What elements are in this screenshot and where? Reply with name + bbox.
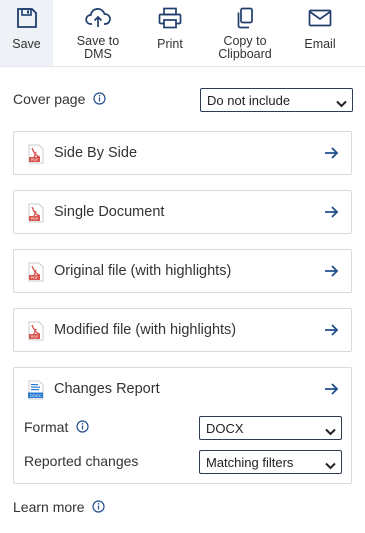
print-label: Print — [157, 37, 183, 51]
printer-icon — [158, 6, 182, 30]
cover-page-select[interactable]: Do not include — [200, 88, 353, 112]
copy-to-clipboard-label: Copy to Clipboard — [218, 34, 272, 61]
pdf-icon: PDF — [27, 203, 45, 228]
export-toolbar: Save Save to DMS Print Copy to Clipboard… — [0, 0, 365, 67]
changes-report-header[interactable]: DOCX Changes Report — [14, 368, 351, 410]
svg-text:PDF: PDF — [31, 335, 39, 339]
svg-text:PDF: PDF — [31, 158, 39, 162]
card-label: Changes Report — [54, 381, 160, 397]
arrow-right-icon — [324, 264, 339, 283]
chevron-down-icon — [325, 424, 336, 439]
cover-page-text: Cover page — [13, 91, 86, 107]
chevron-down-icon — [336, 96, 347, 111]
reported-changes-select[interactable]: Matching filters — [199, 450, 342, 474]
card-label: Single Document — [54, 204, 165, 220]
cover-page-label: Cover page — [13, 91, 106, 108]
card-label: Original file (with highlights) — [54, 263, 232, 279]
save-to-dms-label: Save to DMS — [76, 34, 120, 61]
mail-icon — [308, 6, 332, 30]
copy-to-clipboard-button[interactable]: Copy to Clipboard — [213, 0, 277, 66]
format-label: Format — [24, 419, 89, 436]
info-icon[interactable] — [76, 420, 89, 436]
arrow-right-icon — [324, 205, 339, 224]
learn-more-link[interactable]: Learn more — [13, 499, 106, 516]
save-icon — [16, 6, 38, 30]
print-button[interactable]: Print — [145, 0, 195, 66]
pdf-icon: PDF — [27, 321, 45, 346]
save-button[interactable]: Save — [0, 0, 53, 66]
export-modified-file[interactable]: PDF Modified file (with highlights) — [13, 308, 352, 352]
format-label-text: Format — [24, 419, 69, 435]
copy-icon — [235, 6, 255, 30]
format-select[interactable]: DOCX — [199, 416, 342, 440]
email-label: Email — [304, 37, 336, 51]
export-side-by-side[interactable]: PDF Side By Side — [13, 131, 352, 175]
info-icon — [92, 500, 106, 516]
export-original-file[interactable]: PDF Original file (with highlights) — [13, 249, 352, 293]
reported-changes-label: Reported changes — [24, 453, 139, 469]
arrow-right-icon — [324, 323, 339, 342]
save-to-dms-button[interactable]: Save to DMS — [70, 0, 126, 66]
reported-changes-selected: Matching filters — [206, 454, 294, 470]
card-label: Side By Side — [54, 145, 138, 161]
cloud-upload-icon — [85, 6, 111, 30]
pdf-icon: PDF — [27, 144, 45, 169]
docx-icon: DOCX — [27, 380, 45, 405]
save-label: Save — [12, 37, 41, 51]
changes-report-card: DOCX Changes Report Format DOCX Reported… — [13, 367, 352, 484]
pdf-icon: PDF — [27, 262, 45, 287]
card-label: Modified file (with highlights) — [54, 322, 237, 338]
email-button[interactable]: Email — [296, 0, 344, 66]
docx-icon-text: DOCX — [30, 394, 41, 398]
info-icon[interactable] — [93, 92, 106, 108]
cover-page-selected: Do not include — [207, 92, 291, 108]
cover-page-row: Cover page Do not include — [13, 88, 353, 112]
learn-more-text: Learn more — [13, 499, 85, 515]
chevron-down-icon — [325, 458, 336, 473]
svg-text:PDF: PDF — [31, 276, 39, 280]
arrow-right-icon — [324, 146, 339, 165]
arrow-right-icon — [324, 382, 339, 401]
export-single-document[interactable]: PDF Single Document — [13, 190, 352, 234]
format-selected: DOCX — [206, 420, 244, 436]
svg-text:PDF: PDF — [31, 217, 39, 221]
